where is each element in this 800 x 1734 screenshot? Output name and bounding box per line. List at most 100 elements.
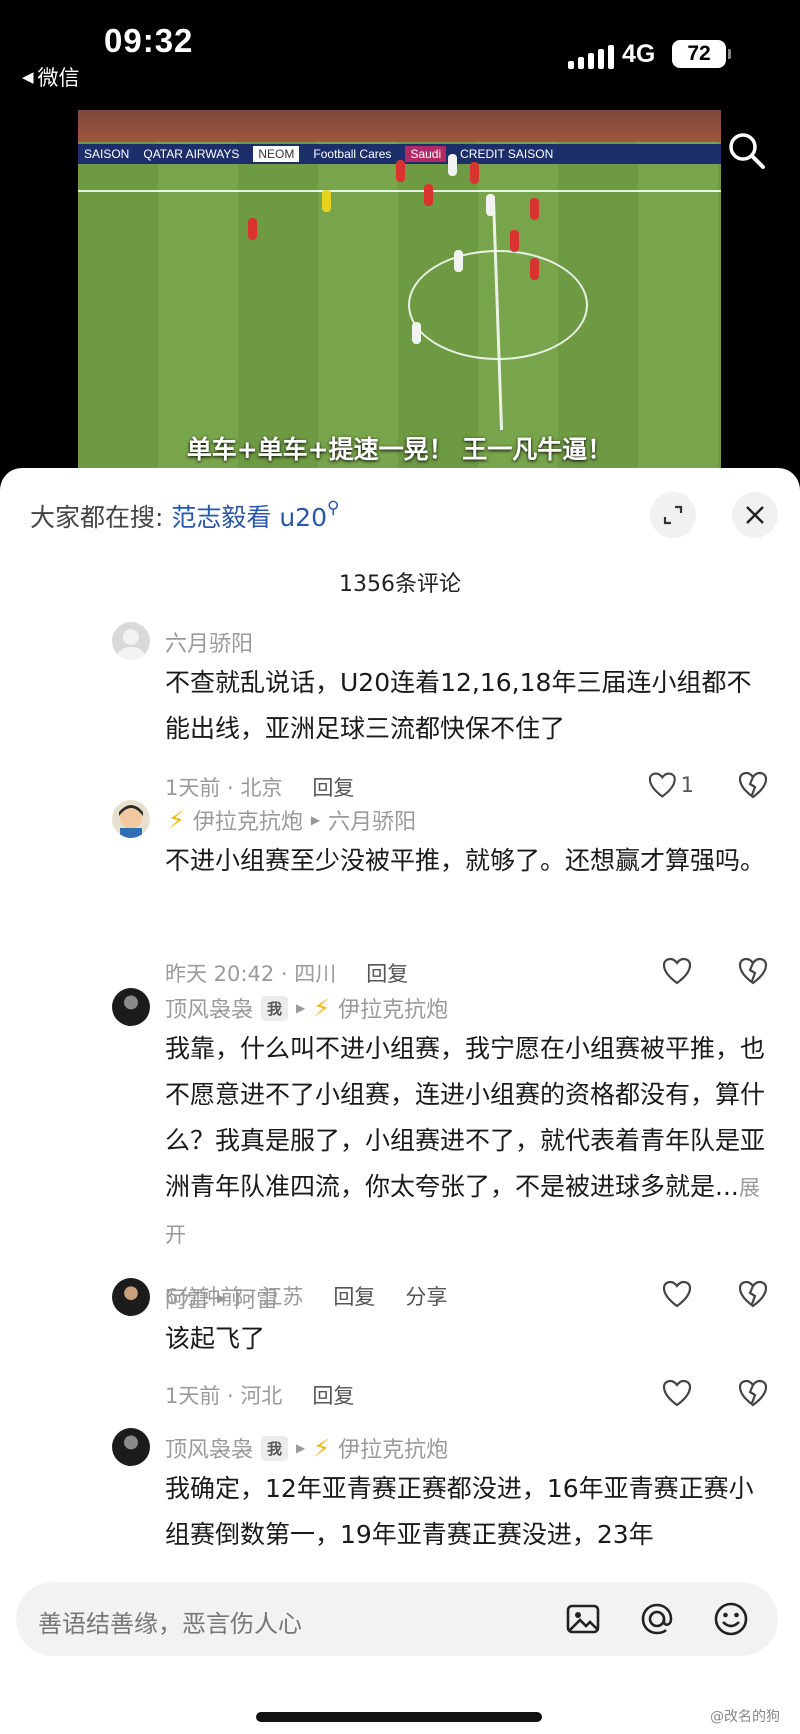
reply-button[interactable]: 回复 bbox=[366, 958, 408, 988]
reply-to-username[interactable]: 伊拉克抗炮 bbox=[338, 992, 448, 1024]
comment-text-content: 我靠，什么叫不进小组赛，我宁愿在小组赛被平推，也不愿意进不了小组赛，连进小组赛的… bbox=[165, 1034, 766, 1201]
reply-to-username[interactable]: 阿雷 bbox=[234, 1282, 278, 1314]
lightning-icon: ⚡ bbox=[313, 1434, 331, 1462]
image-icon[interactable] bbox=[564, 1600, 602, 1638]
player bbox=[454, 250, 463, 272]
player bbox=[248, 218, 257, 240]
reply-button[interactable]: 回复 bbox=[312, 1380, 354, 1410]
broken-heart-icon[interactable] bbox=[738, 956, 768, 986]
status-bar: 09:32 ◀ 微信 4G 72 bbox=[0, 0, 800, 110]
back-to-app[interactable]: ◀ 微信 bbox=[22, 62, 80, 92]
avatar[interactable] bbox=[112, 1428, 150, 1466]
comment-footer: 昨天 20:42 · 四川 回复 bbox=[165, 958, 408, 988]
comment-count: 1356条评论 bbox=[339, 572, 461, 597]
lightning-icon: ⚡ bbox=[313, 994, 331, 1022]
mention-icon[interactable] bbox=[638, 1600, 676, 1638]
reply-to-username[interactable]: 六月骄阳 bbox=[328, 804, 416, 836]
reply-to-username[interactable]: 伊拉克抗炮 bbox=[338, 1432, 448, 1464]
reply-arrow-icon: ▶ bbox=[310, 813, 321, 827]
expand-button[interactable] bbox=[650, 492, 696, 538]
trending-prefix: 大家都在搜: bbox=[30, 503, 164, 532]
close-icon bbox=[746, 506, 764, 524]
like-button[interactable]: 1 bbox=[648, 770, 694, 800]
username[interactable]: 顶风袅袅 bbox=[165, 1432, 253, 1464]
username[interactable]: 顶风袅袅 bbox=[165, 992, 253, 1024]
player bbox=[470, 162, 479, 184]
comment-footer: 1天前 · 北京 回复 bbox=[165, 772, 354, 802]
comment-input-bar: 善语结善缘，恶言伤人心 @改名的狗 bbox=[0, 1568, 800, 1734]
broken-heart-icon[interactable] bbox=[738, 1378, 768, 1408]
heart-icon bbox=[648, 772, 676, 798]
comment-sheet: 大家都在搜: 范志毅看 u20⚲ 1356条评论 六月骄阳 不查就乱说话，U20… bbox=[0, 468, 800, 1734]
username[interactable]: 六月骄阳 bbox=[165, 626, 253, 658]
avatar[interactable] bbox=[112, 622, 150, 660]
ad-board: SAISON bbox=[84, 147, 130, 161]
watermark: @改名的狗 bbox=[710, 1709, 780, 1725]
stadium-stands bbox=[78, 110, 721, 142]
player bbox=[396, 160, 405, 182]
player bbox=[486, 194, 495, 216]
like-count: 1 bbox=[680, 773, 694, 797]
me-tag: 我 bbox=[261, 995, 289, 1021]
comment-meta: ⚡ 伊拉克抗炮 ▶ 六月骄阳 bbox=[168, 804, 416, 836]
reply-button[interactable]: 回复 bbox=[312, 772, 354, 802]
battery-icon: 72 bbox=[672, 40, 731, 68]
comment-meta: 六月骄阳 bbox=[165, 626, 253, 658]
back-app-label: 微信 bbox=[37, 66, 80, 90]
trending-keyword[interactable]: 范志毅看 u20 bbox=[171, 503, 327, 532]
comment-meta: 顶风袅袅 我 ▶ ⚡ 伊拉克抗炮 bbox=[165, 1432, 448, 1464]
share-button[interactable]: 分享 bbox=[405, 1281, 447, 1311]
video-subtitle: 单车+单车+提速一晃！ 王一凡牛逼！ bbox=[186, 435, 613, 464]
comment-meta: 顶风袅袅 我 ▶ ⚡ 伊拉克抗炮 bbox=[165, 992, 448, 1024]
video-frame: SAISON QATAR AIRWAYS NEOM Football Cares… bbox=[78, 110, 721, 480]
back-triangle-icon: ◀ bbox=[22, 68, 34, 86]
ad-board: CREDIT SAISON bbox=[460, 147, 554, 161]
time-location: 1天前 · 河北 bbox=[165, 1384, 283, 1408]
network-type: 4G bbox=[622, 40, 656, 68]
input-placeholder: 善语结善缘，恶言伤人心 bbox=[38, 1610, 302, 1638]
cartoon-avatar-icon bbox=[119, 805, 143, 838]
trending-search[interactable]: 大家都在搜: 范志毅看 u20⚲ bbox=[30, 498, 339, 534]
home-indicator[interactable] bbox=[256, 1712, 542, 1722]
ad-board: Football Cares bbox=[313, 147, 392, 161]
ad-board: NEOM bbox=[253, 146, 300, 162]
avatar[interactable] bbox=[112, 988, 150, 1026]
reply-arrow-icon: ▶ bbox=[296, 1001, 306, 1015]
avatar[interactable] bbox=[112, 800, 150, 838]
avatar[interactable] bbox=[112, 1278, 150, 1316]
search-icon[interactable] bbox=[726, 130, 766, 170]
player bbox=[448, 154, 457, 176]
player bbox=[510, 230, 519, 252]
heart-icon[interactable] bbox=[662, 956, 692, 986]
expand-icon bbox=[663, 505, 683, 525]
lightning-icon: ⚡ bbox=[168, 806, 185, 834]
ad-board: QATAR AIRWAYS bbox=[143, 147, 240, 161]
comment-footer: 1天前 · 河北 回复 bbox=[165, 1380, 354, 1410]
emoji-icon[interactable] bbox=[712, 1600, 750, 1638]
field-line bbox=[78, 190, 721, 192]
reply-button[interactable]: 回复 bbox=[333, 1281, 375, 1311]
small-search-icon: ⚲ bbox=[327, 498, 340, 518]
ad-board: Saudi bbox=[405, 146, 447, 162]
time-location: 昨天 20:42 · 四川 bbox=[165, 962, 337, 986]
username[interactable]: 伊拉克抗炮 bbox=[193, 804, 303, 836]
video-player[interactable]: SAISON QATAR AIRWAYS NEOM Football Cares… bbox=[0, 100, 800, 480]
comment-text: 我确定，12年亚青赛正赛都没进，16年亚青赛正赛小组赛倒数第一，19年亚青赛正赛… bbox=[165, 1474, 754, 1549]
heart-icon[interactable] bbox=[662, 1279, 692, 1309]
signal-icon bbox=[568, 43, 614, 69]
broken-heart-icon[interactable] bbox=[738, 1279, 768, 1309]
referee bbox=[322, 190, 331, 212]
comment-text: 不进小组赛至少没被平推，就够了。还想赢才算强吗。 bbox=[165, 846, 766, 875]
clock: 09:32 bbox=[104, 22, 194, 59]
player bbox=[530, 198, 539, 220]
time-location: 1天前 · 北京 bbox=[165, 776, 283, 800]
heart-icon[interactable] bbox=[662, 1378, 692, 1408]
center-circle bbox=[408, 250, 588, 360]
reply-arrow-icon: ▶ bbox=[296, 1441, 306, 1455]
player bbox=[530, 258, 539, 280]
broken-heart-icon[interactable] bbox=[738, 770, 768, 800]
username[interactable]: 阿雷 bbox=[165, 1282, 209, 1314]
close-button[interactable] bbox=[732, 492, 778, 538]
reply-arrow-icon: ▶ bbox=[217, 1291, 227, 1305]
comment-input[interactable]: 善语结善缘，恶言伤人心 bbox=[16, 1582, 778, 1656]
